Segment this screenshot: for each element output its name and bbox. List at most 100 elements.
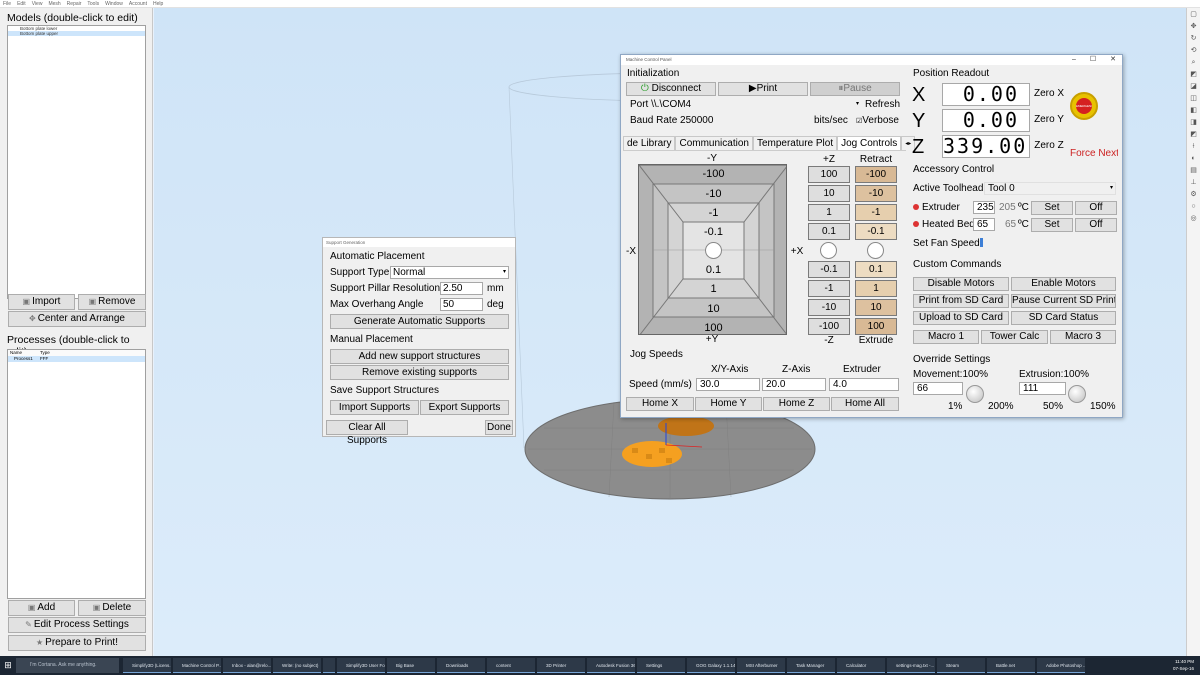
remove-support-button[interactable]: Remove existing supports (330, 365, 509, 380)
z-minus-10-button[interactable]: -10 (808, 299, 850, 316)
disconnect-button[interactable]: ⏻ Disconnect (626, 82, 716, 96)
rotate-view-icon[interactable]: ⟲ (1189, 46, 1199, 56)
z-plus-0-1-button[interactable]: 0.1 (808, 223, 850, 240)
extruder-set-button[interactable]: Set (1031, 201, 1073, 215)
done-button[interactable]: Done (485, 420, 513, 435)
rotate-icon[interactable]: ↻ (1189, 34, 1199, 44)
taskbar-app[interactable]: Simplify3D (Licens... (123, 658, 171, 673)
sd-status-button[interactable]: SD Card Status (1011, 311, 1116, 325)
e-plus-1-button[interactable]: 1 (855, 280, 897, 297)
view-front-icon[interactable]: ◫ (1189, 94, 1199, 104)
prepare-print-button[interactable]: ★ Prepare to Print! (8, 635, 146, 651)
e-minus-1-button[interactable]: -1 (855, 204, 897, 221)
taskbar-app[interactable]: Adobe Photoshop ... (1037, 658, 1085, 673)
support-type-select[interactable]: Normal ▾ (390, 266, 509, 279)
tab-jog-controls[interactable]: Jog Controls (837, 136, 902, 150)
e-plus-10-button[interactable]: 10 (855, 299, 897, 316)
cross-section-icon[interactable]: ◐ (1189, 154, 1199, 164)
processes-list[interactable]: Name Type Process1 FFF (7, 349, 146, 599)
extruder-off-button[interactable]: Off (1075, 201, 1117, 215)
z-plus-100-button[interactable]: 100 (808, 166, 850, 183)
upload-sd-button[interactable]: Upload to SD Card (913, 311, 1009, 325)
settings-icon[interactable]: ⚙ (1189, 190, 1199, 200)
maximize-icon[interactable]: ☐ (1090, 55, 1096, 65)
e-plus-0-1-button[interactable]: 0.1 (855, 261, 897, 278)
taskbar-app[interactable]: Battle.net (987, 658, 1035, 673)
jog-y-plus-1[interactable]: 1 (639, 283, 786, 295)
bed-off-button[interactable]: Off (1075, 218, 1117, 232)
generate-supports-button[interactable]: Generate Automatic Supports (330, 314, 509, 329)
taskbar-app[interactable]: Simplify3D User Fo... (337, 658, 385, 673)
taskbar-app[interactable]: Big Base (387, 658, 435, 673)
windows-start-icon[interactable]: ⊞ (0, 656, 16, 675)
view-back-icon[interactable]: ◩ (1189, 130, 1199, 140)
fan-speed-slider[interactable] (980, 238, 983, 247)
bed-set-button[interactable]: Set (1031, 218, 1073, 232)
e-center-circle[interactable] (867, 242, 884, 259)
extruder-speed-input[interactable]: 4.0 (829, 378, 899, 391)
pause-button[interactable]: ⏸Pause (810, 82, 900, 96)
taskbar-app[interactable]: 3D Printer (537, 658, 585, 673)
menu-item[interactable]: Mesh (48, 0, 60, 7)
taskbar-app[interactable]: Downloads (437, 658, 485, 673)
view-iso-icon[interactable]: ◩ (1189, 70, 1199, 80)
menu-item[interactable]: Help (153, 0, 163, 7)
toolhead-select[interactable]: Tool 0 ▾ (984, 182, 1116, 195)
process-item[interactable]: Process1 FFF (8, 356, 145, 362)
close-icon[interactable]: ✕ (1110, 55, 1116, 65)
export-supports-button[interactable]: Export Supports (420, 400, 509, 415)
menu-item[interactable]: Repair (67, 0, 82, 7)
taskbar-app[interactable]: Steam (937, 658, 985, 673)
jog-y-minus-10[interactable]: -10 (639, 188, 786, 200)
jog-y-plus-0-1[interactable]: 0.1 (639, 264, 786, 276)
view-top-icon[interactable]: ◪ (1189, 82, 1199, 92)
enable-motors-button[interactable]: Enable Motors (1011, 277, 1116, 291)
taskbar-app[interactable]: Calculator (837, 658, 885, 673)
tower-calc-button[interactable]: Tower Calc (981, 330, 1048, 344)
delete-process-button[interactable]: ▣ Delete (78, 600, 146, 616)
jog-y-plus-100[interactable]: 100 (639, 322, 786, 334)
macro-3-button[interactable]: Macro 3 (1050, 330, 1116, 344)
home-y-button[interactable]: Home Y (695, 397, 762, 411)
models-list[interactable]: Bottom plate lower Bottom plate upper (7, 25, 146, 299)
z-plus-1-button[interactable]: 1 (808, 204, 850, 221)
taskbar-app[interactable]: Task Manager (787, 658, 835, 673)
z-minus-1-button[interactable]: -1 (808, 280, 850, 297)
cortana-search[interactable]: I'm Cortana. Ask me anything. (16, 658, 119, 673)
pause-sd-button[interactable]: Pause Current SD Print (1011, 294, 1116, 308)
menu-item[interactable]: Account (129, 0, 147, 7)
target-icon[interactable]: ◎ (1189, 214, 1199, 224)
move-icon[interactable]: ✥ (1189, 22, 1199, 32)
z-center-circle[interactable] (820, 242, 837, 259)
view-side-icon[interactable]: ◧ (1189, 106, 1199, 116)
print-sd-button[interactable]: Print from SD Card (913, 294, 1009, 308)
port-select[interactable]: Port \\.\COM4 ▾ (626, 98, 862, 111)
bed-temp-input[interactable]: 65 (973, 218, 995, 231)
support-icon[interactable]: ⊥ (1189, 178, 1199, 188)
force-next-button[interactable]: Force Next (1069, 147, 1119, 161)
tab-communication[interactable]: Communication (675, 136, 753, 150)
clear-supports-button[interactable]: Clear All Supports (326, 420, 408, 446)
extrusion-input[interactable]: 111 (1019, 382, 1066, 395)
view-bottom-icon[interactable]: ◨ (1189, 118, 1199, 128)
home-all-button[interactable]: Home All (831, 397, 899, 411)
menu-item[interactable]: View (32, 0, 43, 7)
taskbar-app[interactable]: Write: (no subject) (273, 658, 321, 673)
zero-y-button[interactable]: Zero Y (1032, 113, 1066, 127)
e-plus-100-button[interactable]: 100 (855, 318, 897, 335)
home-x-button[interactable]: Home X (626, 397, 694, 411)
baud-select[interactable]: Baud Rate 250000 (626, 114, 811, 127)
import-button[interactable]: ▣ Import (8, 294, 75, 310)
disable-motors-button[interactable]: Disable Motors (913, 277, 1009, 291)
add-process-button[interactable]: ▣ Add (8, 600, 75, 616)
jog-y-minus-1[interactable]: -1 (639, 207, 786, 219)
minimize-icon[interactable]: – (1072, 55, 1076, 65)
add-support-button[interactable]: Add new support structures (330, 349, 509, 364)
pillar-res-input[interactable]: 2.50 (440, 282, 483, 295)
emergency-stop-button[interactable]: EMERGENCY STOP (1070, 92, 1098, 120)
taskbar-app[interactable]: Settings (637, 658, 685, 673)
movement-knob[interactable] (966, 385, 984, 403)
verbose-checkbox[interactable]: ☑Verbose (856, 115, 899, 126)
center-arrange-button[interactable]: ✥ Center and Arrange (8, 311, 146, 327)
taskbar-app[interactable]: content (487, 658, 535, 673)
